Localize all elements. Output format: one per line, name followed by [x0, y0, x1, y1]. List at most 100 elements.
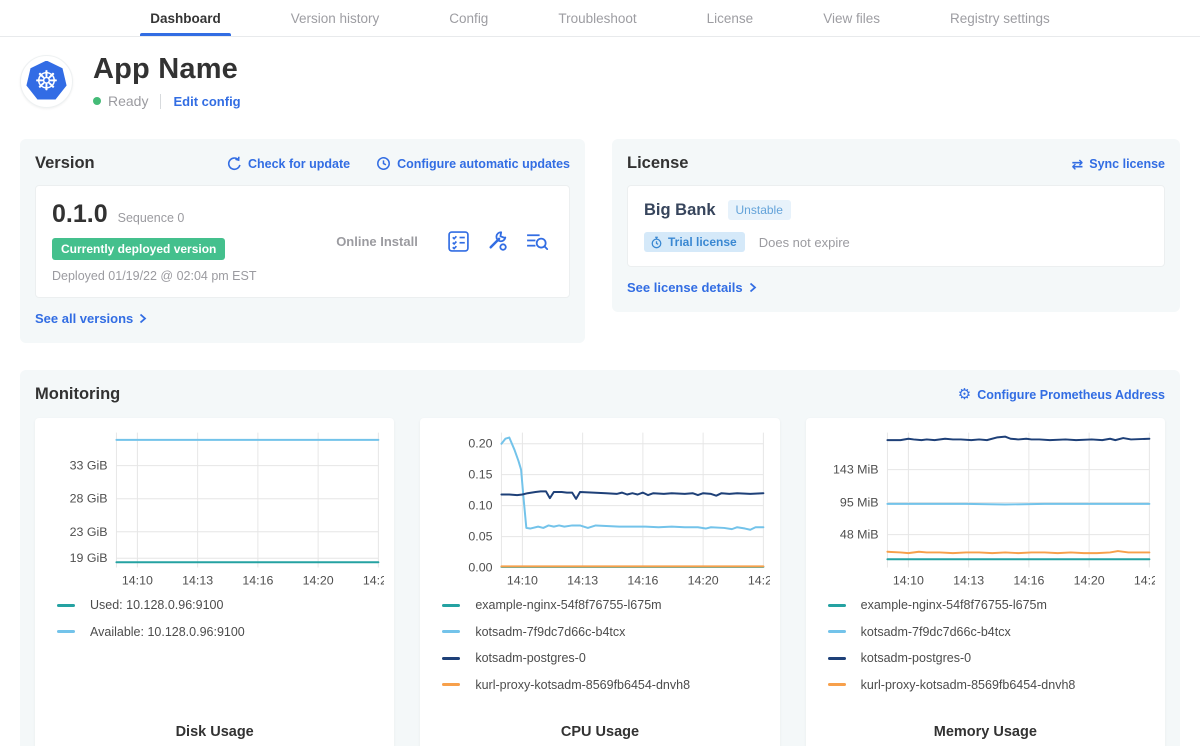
legend-label: kotsadm-7f9dc7d66c-b4tcx [475, 625, 625, 639]
legend-label: kurl-proxy-kotsadm-8569fb6454-dnvh8 [475, 678, 690, 692]
svg-text:0.05: 0.05 [469, 530, 493, 544]
legend-item: kotsadm-postgres-0 [442, 651, 769, 665]
svg-text:14:16: 14:16 [1013, 573, 1044, 587]
deployed-badge: Currently deployed version [52, 238, 225, 260]
svg-text:14:20: 14:20 [1073, 573, 1104, 587]
see-license-details-link[interactable]: See license details [627, 280, 757, 295]
svg-text:14:10: 14:10 [893, 573, 924, 587]
legend-swatch [828, 657, 846, 660]
chart-legend: Used: 10.128.0.96:9100Available: 10.128.… [57, 598, 384, 651]
svg-text:14:16: 14:16 [242, 573, 273, 587]
chevron-right-icon [749, 282, 757, 293]
gear-icon: ⚙ [958, 387, 971, 402]
svg-text:0.20: 0.20 [469, 437, 493, 451]
svg-text:0.15: 0.15 [469, 468, 493, 482]
legend-swatch [442, 604, 460, 607]
chart-panel-disk-usage: 33 GiB 28 GiB 23 GiB 19 GiB 14:10 14:13 14:16 1… [35, 418, 394, 746]
see-all-versions-link[interactable]: See all versions [35, 311, 147, 326]
legend-swatch [442, 657, 460, 660]
app-logo: ☸ [20, 55, 73, 108]
sequence-label: Sequence 0 [118, 211, 185, 225]
top-nav: Dashboard Version history Config Troublesho… [0, 0, 1200, 37]
line-chart: 143 MiB95 MiB48 MiB14:1014:1314:1614:201… [816, 426, 1155, 588]
legend-label: kurl-proxy-kotsadm-8569fb6454-dnvh8 [861, 678, 1076, 692]
stopwatch-icon [650, 236, 663, 249]
svg-text:14:23: 14:23 [363, 573, 384, 587]
current-version-panel: 0.1.0 Sequence 0 Currently deployed vers… [35, 185, 570, 298]
chart-panel-cpu-usage: 0.200.150.100.050.0014:1014:1314:1614:20… [420, 418, 779, 746]
configure-prometheus-link[interactable]: ⚙ Configure Prometheus Address [958, 387, 1165, 402]
svg-text:95 MiB: 95 MiB [840, 495, 879, 509]
chart-legend: example-nginx-54f8f76755-l675m kotsadm-7f… [442, 598, 769, 704]
tab-troubleshoot[interactable]: Troubleshoot [552, 0, 642, 36]
legend-swatch [442, 683, 460, 686]
legend-swatch [57, 630, 75, 633]
svg-text:14:13: 14:13 [953, 573, 984, 587]
svg-text:14:10: 14:10 [122, 573, 153, 587]
version-card-title: Version [35, 154, 95, 173]
chevron-right-icon [139, 313, 147, 324]
tab-view-files[interactable]: View files [817, 0, 886, 36]
line-chart: 0.200.150.100.050.0014:1014:1314:1614:20… [430, 426, 769, 588]
legend-item: kurl-proxy-kotsadm-8569fb6454-dnvh8 [442, 678, 769, 692]
license-card: License ⇄ Sync license Big Bank Unstable [612, 139, 1180, 312]
legend-item: example-nginx-54f8f76755-l675m [828, 598, 1155, 612]
legend-item: kurl-proxy-kotsadm-8569fb6454-dnvh8 [828, 678, 1155, 692]
chart-title: Disk Usage [45, 724, 384, 746]
deployed-date: Deployed 01/19/22 @ 02:04 pm EST [52, 269, 307, 283]
tab-registry-settings[interactable]: Registry settings [944, 0, 1056, 36]
svg-text:0.00: 0.00 [469, 560, 493, 574]
edit-config-wrench-icon[interactable] [486, 230, 509, 253]
legend-label: example-nginx-54f8f76755-l675m [861, 598, 1047, 612]
svg-text:33 GiB: 33 GiB [70, 459, 108, 473]
chart-legend: example-nginx-54f8f76755-l675m kotsadm-7f… [828, 598, 1155, 704]
refresh-icon [227, 156, 242, 171]
legend-label: example-nginx-54f8f76755-l675m [475, 598, 661, 612]
svg-text:19 GiB: 19 GiB [70, 551, 108, 565]
sync-icon: ⇄ [1072, 157, 1084, 171]
schedule-icon [376, 156, 391, 171]
svg-text:143 MiB: 143 MiB [833, 463, 878, 477]
monitoring-card: Monitoring ⚙ Configure Prometheus Addres… [20, 370, 1180, 746]
tab-version-history[interactable]: Version history [285, 0, 386, 36]
expiry-text: Does not expire [759, 235, 850, 250]
channel-badge: Unstable [728, 200, 791, 220]
svg-text:14:13: 14:13 [182, 573, 213, 587]
legend-label: kotsadm-postgres-0 [861, 651, 971, 665]
legend-swatch [828, 630, 846, 633]
legend-item: kotsadm-7f9dc7d66c-b4tcx [442, 625, 769, 639]
sync-license-link[interactable]: ⇄ Sync license [1072, 157, 1165, 171]
legend-swatch [828, 683, 846, 686]
legend-swatch [57, 604, 75, 607]
check-for-update-link[interactable]: Check for update [227, 156, 350, 171]
legend-item: kotsadm-postgres-0 [828, 651, 1155, 665]
tab-dashboard[interactable]: Dashboard [144, 0, 227, 36]
tab-license[interactable]: License [701, 0, 760, 36]
install-type-label: Online Install [307, 234, 447, 249]
legend-item: Used: 10.128.0.96:9100 [57, 598, 384, 612]
preflight-checks-icon[interactable] [447, 230, 470, 253]
svg-text:14:13: 14:13 [567, 573, 598, 587]
app-header: ☸ App Name Ready Edit config [20, 53, 1180, 109]
app-status: Ready [108, 93, 148, 109]
deploy-logs-icon[interactable] [525, 230, 549, 253]
legend-swatch [828, 604, 846, 607]
version-card: Version Check for update Configure autom… [20, 139, 585, 343]
page-title: App Name [93, 53, 241, 86]
configure-automatic-updates-link[interactable]: Configure automatic updates [376, 156, 570, 171]
svg-text:23 GiB: 23 GiB [70, 525, 108, 539]
line-chart: 33 GiB 28 GiB 23 GiB 19 GiB 14:10 14:13 14:16 1… [45, 426, 384, 588]
license-card-title: License [627, 154, 688, 173]
legend-label: Used: 10.128.0.96:9100 [90, 598, 223, 612]
chart-title: Memory Usage [816, 724, 1155, 746]
chart-title: CPU Usage [430, 724, 769, 746]
edit-config-link[interactable]: Edit config [173, 94, 240, 109]
svg-text:14:10: 14:10 [507, 573, 538, 587]
svg-text:14:23: 14:23 [748, 573, 769, 587]
tab-config[interactable]: Config [443, 0, 494, 36]
chart-panel-memory-usage: 143 MiB95 MiB48 MiB14:1014:1314:1614:201… [806, 418, 1165, 746]
legend-swatch [442, 630, 460, 633]
divider [160, 94, 161, 109]
legend-item: kotsadm-7f9dc7d66c-b4tcx [828, 625, 1155, 639]
svg-text:28 GiB: 28 GiB [70, 492, 108, 506]
